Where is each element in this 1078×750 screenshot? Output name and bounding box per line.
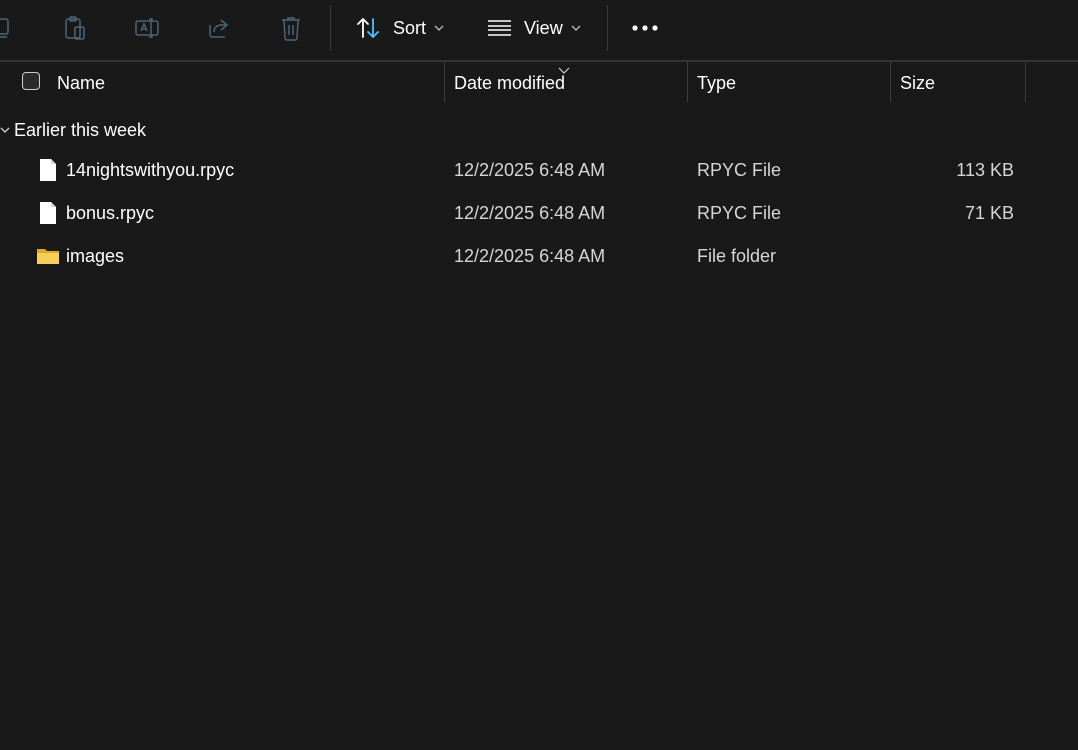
chevron-down-icon [571,25,581,31]
view-label: View [524,17,563,38]
select-all-checkbox[interactable] [22,72,40,90]
column-name-label: Name [57,72,106,93]
toolbar-separator [330,5,331,51]
column-divider[interactable] [1025,62,1026,102]
sort-label: Sort [393,17,427,38]
column-date-label: Date modified [454,72,566,93]
group-header[interactable]: Earlier this week [0,116,146,144]
copy-icon[interactable] [0,12,18,44]
chevron-down-icon [434,25,444,31]
column-header-size[interactable]: Size [900,62,935,104]
more-horizontal-icon[interactable] [629,12,661,44]
column-header-type[interactable]: Type [697,62,736,104]
paste-icon[interactable] [59,12,91,44]
column-size-label: Size [900,72,936,93]
file-name: bonus.rpyc [66,202,155,223]
view-button[interactable]: View [487,12,581,44]
command-bar: Sort View [0,0,1078,60]
view-list-icon [487,19,512,37]
file-type: RPYC File [697,202,782,223]
file-date: 12/2/2025 6:48 AM [454,202,606,223]
sort-icon [355,16,381,40]
delete-icon[interactable] [275,12,307,44]
file-name: images [66,245,125,266]
group-label: Earlier this week [14,119,147,140]
file-size: 71 KB [964,202,1014,223]
folder-icon [36,244,60,268]
file-type: RPYC File [697,159,782,180]
column-header-row: Name Date modified Type Size [0,62,1078,104]
file-date: 12/2/2025 6:48 AM [454,245,606,266]
column-header-name[interactable]: Name [57,62,105,104]
file-name: 14nightswithyou.rpyc [66,159,235,180]
file-icon [36,158,60,182]
toolbar-separator [607,5,608,51]
table-row[interactable]: images 12/2/2025 6:48 AM File folder [0,236,1078,276]
column-divider[interactable] [687,62,688,102]
file-size [894,236,1014,276]
column-divider[interactable] [890,62,891,102]
sort-button[interactable]: Sort [355,12,444,44]
file-type: File folder [697,245,777,266]
column-header-date-modified[interactable]: Date modified [454,62,565,104]
file-size: 113 KB [956,159,1014,180]
rename-icon[interactable] [131,12,163,44]
file-date: 12/2/2025 6:48 AM [454,159,606,180]
column-divider[interactable] [444,62,445,102]
share-icon[interactable] [203,12,235,44]
file-icon [36,201,60,225]
table-row[interactable]: 14nightswithyou.rpyc 12/2/2025 6:48 AM R… [0,150,1078,190]
column-type-label: Type [697,72,737,93]
table-row[interactable]: bonus.rpyc 12/2/2025 6:48 AM RPYC File 7… [0,193,1078,233]
chevron-down-icon [0,127,14,133]
